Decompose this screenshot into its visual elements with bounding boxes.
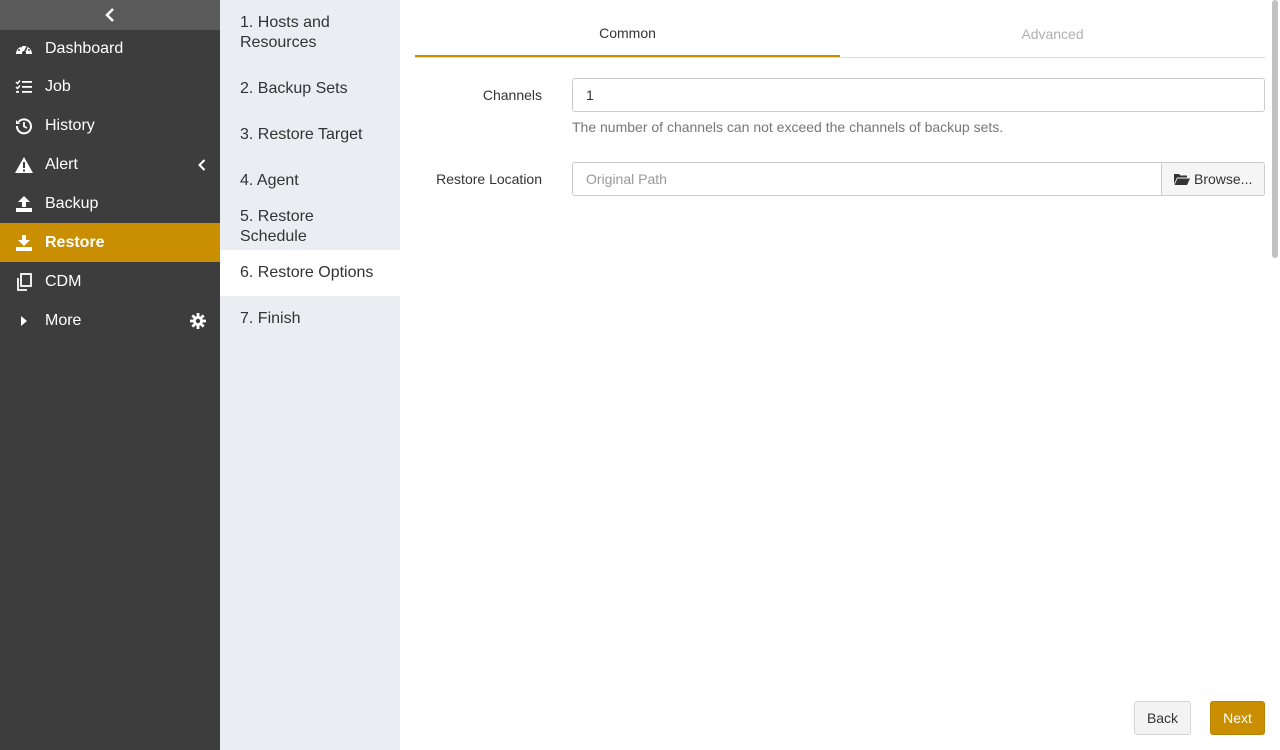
vertical-scrollbar[interactable]: [1272, 0, 1278, 258]
restore-location-input[interactable]: [572, 162, 1162, 196]
gear-icon[interactable]: [190, 312, 206, 329]
tab-common[interactable]: Common: [415, 13, 840, 57]
warning-icon: [14, 155, 34, 175]
wizard-steps: 1. Hosts and Resources 2. Backup Sets 3.…: [220, 0, 400, 750]
sidebar-item-label: History: [45, 116, 95, 134]
step-restore-target[interactable]: 3. Restore Target: [220, 112, 400, 158]
copy-icon: [14, 272, 34, 292]
back-button[interactable]: Back: [1134, 701, 1191, 735]
channels-label: Channels: [482, 87, 542, 103]
history-icon: [14, 116, 34, 136]
sidebar-item-label: Alert: [45, 155, 78, 173]
chevron-left-icon: [105, 8, 114, 22]
sidebar-item-label: CDM: [45, 272, 82, 290]
chevron-left-icon[interactable]: [198, 158, 206, 171]
sidebar: Dashboard Job History Alert Backup Resto…: [0, 0, 220, 750]
restore-location-row: Restore Location Browse...: [415, 162, 1265, 196]
task-list-icon: [14, 77, 34, 97]
next-button[interactable]: Next: [1210, 701, 1265, 735]
dashboard-icon: [14, 39, 34, 59]
sidebar-item-job[interactable]: Job: [0, 67, 220, 106]
browse-button[interactable]: Browse...: [1161, 162, 1265, 196]
sidebar-item-cdm[interactable]: CDM: [0, 262, 220, 301]
step-finish[interactable]: 7. Finish: [220, 296, 400, 342]
channels-input[interactable]: [572, 78, 1265, 112]
caret-right-icon: [14, 311, 34, 331]
step-backup-sets[interactable]: 2. Backup Sets: [220, 66, 400, 112]
download-icon: [14, 233, 34, 253]
sidebar-item-restore[interactable]: Restore: [0, 223, 220, 262]
step-restore-schedule[interactable]: 5. Restore Schedule: [220, 204, 400, 250]
tab-advanced[interactable]: Advanced: [840, 13, 1265, 57]
sidebar-item-label: Job: [45, 77, 71, 95]
sidebar-item-dashboard[interactable]: Dashboard: [0, 30, 220, 67]
step-hosts-and-resources[interactable]: 1. Hosts and Resources: [220, 0, 400, 66]
upload-icon: [14, 194, 34, 214]
sidebar-item-history[interactable]: History: [0, 106, 220, 145]
sidebar-item-backup[interactable]: Backup: [0, 184, 220, 223]
main-panel: Common Advanced Channels The number of c…: [400, 0, 1280, 750]
sidebar-item-label: Backup: [45, 194, 99, 212]
channels-help-text: The number of channels can not exceed th…: [572, 119, 1004, 135]
step-agent[interactable]: 4. Agent: [220, 158, 400, 204]
folder-open-icon: [1174, 173, 1190, 186]
options-tabs: Common Advanced: [415, 13, 1265, 58]
sidebar-item-label: Dashboard: [45, 39, 124, 57]
sidebar-item-alert[interactable]: Alert: [0, 145, 220, 184]
step-restore-options[interactable]: 6. Restore Options: [220, 250, 400, 296]
sidebar-item-more[interactable]: More: [0, 301, 220, 340]
channels-row: Channels The number of channels can not …: [415, 78, 1265, 138]
sidebar-item-label: Restore: [45, 233, 105, 251]
sidebar-item-label: More: [45, 311, 82, 329]
restore-location-label: Restore Location: [436, 171, 542, 187]
sidebar-collapse-button[interactable]: [0, 0, 220, 30]
browse-label: Browse...: [1194, 171, 1253, 187]
